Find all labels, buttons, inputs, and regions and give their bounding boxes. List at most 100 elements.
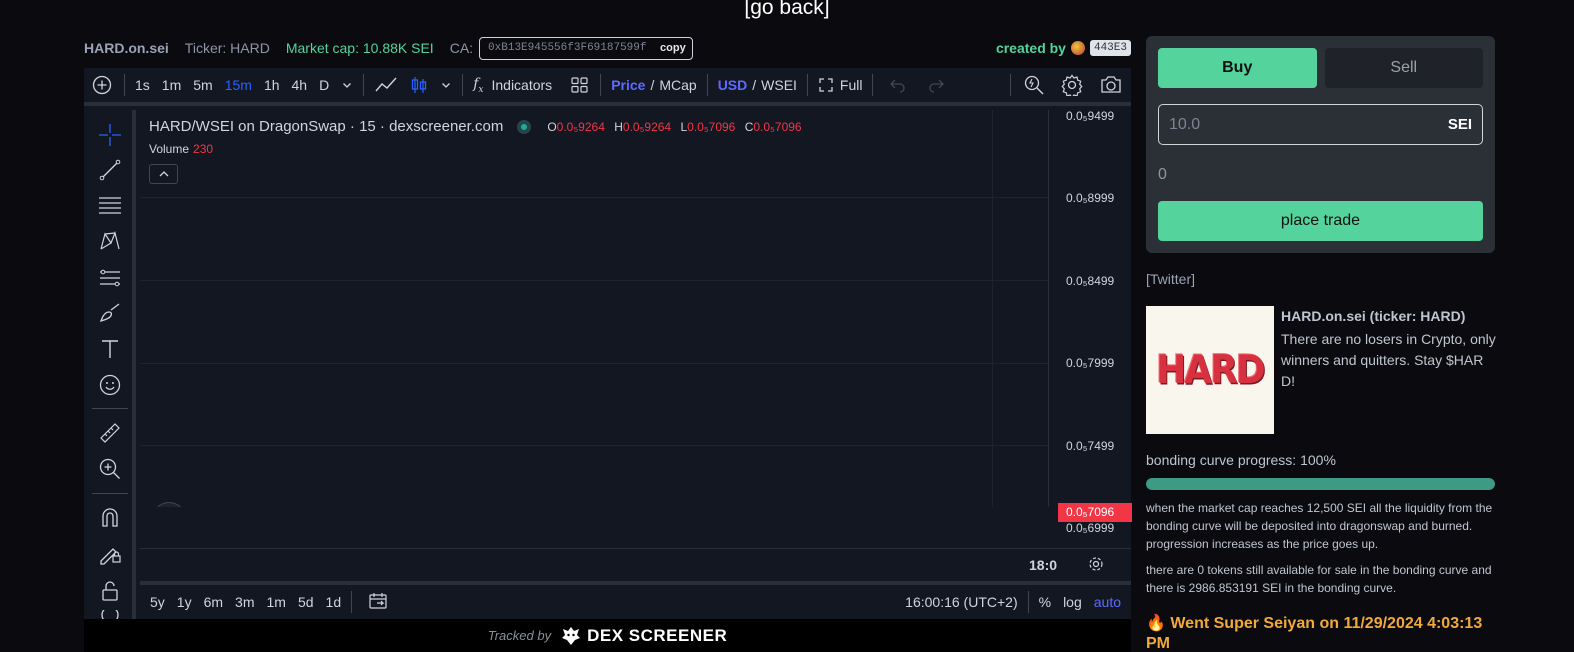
- amount-unit: SEI: [1447, 116, 1472, 133]
- dexscreener-brand: DEX SCREENER: [587, 625, 728, 645]
- range-toolbar: 5y 1y 6m 3m 1m 5d 1d 16:00:16 (UTC+2) % …: [140, 581, 1131, 619]
- tradingview-logo[interactable]: [152, 502, 186, 507]
- pattern-icon[interactable]: [97, 228, 123, 254]
- price-chart[interactable]: 1s 1m 5m 15m 1h 4h D fx Indicators Price…: [84, 68, 1132, 619]
- volume-legend: Volume 230: [149, 142, 213, 156]
- copy-button[interactable]: copy: [660, 42, 686, 54]
- range-1d[interactable]: 1d: [320, 594, 348, 610]
- mcap-option[interactable]: MCap: [659, 77, 696, 93]
- ruler-icon[interactable]: [97, 420, 123, 446]
- slash-separator: /: [752, 77, 757, 93]
- layouts-icon[interactable]: [564, 76, 596, 94]
- progress-fill: [1146, 478, 1495, 490]
- usd-wsei-toggle[interactable]: USD / WSEI: [712, 77, 803, 93]
- time-scale-settings-icon[interactable]: [1088, 556, 1104, 572]
- wsei-option[interactable]: WSEI: [761, 77, 797, 93]
- timeframe-1m[interactable]: 1m: [156, 77, 187, 93]
- tracked-by-label: Tracked by: [487, 628, 552, 643]
- quick-search-icon[interactable]: [1015, 74, 1053, 96]
- time-scale[interactable]: 18:0: [140, 548, 1131, 580]
- emoji-icon[interactable]: [97, 372, 123, 398]
- eye-icon[interactable]: [97, 610, 123, 619]
- time-label: 18:0: [1029, 557, 1058, 573]
- open-value: 0.0₅9264: [556, 119, 605, 134]
- creator-avatar: [1070, 41, 1085, 55]
- horizontal-lines-icon[interactable]: [97, 192, 123, 218]
- crosshair-icon[interactable]: [97, 122, 123, 148]
- go-back-link[interactable]: [go back]: [0, 0, 1574, 20]
- log-toggle[interactable]: log: [1057, 594, 1088, 610]
- timeframe-4h[interactable]: 4h: [286, 77, 314, 93]
- creator-address[interactable]: 443E3: [1089, 40, 1131, 56]
- timeframe-1s[interactable]: 1s: [129, 77, 156, 93]
- bonding-curve-progress-bar: [1146, 478, 1495, 490]
- timeframe-d[interactable]: D: [313, 77, 335, 93]
- percent-toggle[interactable]: %: [1033, 594, 1057, 610]
- fib-retracement-icon[interactable]: [97, 265, 123, 291]
- toolbar-divider: [351, 591, 353, 613]
- price-tick: 0.0₅6999: [1066, 521, 1115, 535]
- contract-address[interactable]: 0xB13E945556f3F69187599f: [488, 42, 656, 54]
- unlock-icon[interactable]: [97, 578, 123, 604]
- created-by: created by 443E3: [996, 40, 1131, 56]
- token-image-text: HARD: [1156, 347, 1266, 393]
- lock-drawing-icon[interactable]: [97, 540, 123, 566]
- timeframe-15m[interactable]: 15m: [219, 77, 258, 93]
- chart-type-chevron-icon[interactable]: [434, 79, 458, 91]
- range-1m[interactable]: 1m: [261, 594, 292, 610]
- chart-legend: HARD/WSEI on DragonSwap · 15 · dexscreen…: [149, 118, 808, 135]
- range-6m[interactable]: 6m: [198, 594, 229, 610]
- range-5d[interactable]: 5d: [292, 594, 320, 610]
- buy-tab[interactable]: Buy: [1158, 48, 1317, 88]
- close-value: 0.0₅7096: [753, 119, 802, 134]
- collapse-legend-chevron-up-icon[interactable]: [149, 164, 178, 184]
- indicators-button[interactable]: fx Indicators: [467, 76, 558, 95]
- timeframe-5m[interactable]: 5m: [187, 77, 218, 93]
- add-symbol-icon[interactable]: [84, 75, 120, 95]
- amount-field[interactable]: SEI: [1158, 104, 1483, 145]
- clock[interactable]: 16:00:16 (UTC+2): [899, 594, 1023, 610]
- range-1y[interactable]: 1y: [171, 594, 198, 610]
- settings-gear-icon[interactable]: [1053, 74, 1091, 96]
- drawing-toolbar: [84, 110, 136, 619]
- price-mcap-toggle[interactable]: Price / MCap: [605, 77, 703, 93]
- timeframe-dropdown-chevron-icon[interactable]: [335, 79, 359, 91]
- line-chart-icon[interactable]: [368, 75, 404, 95]
- toolbar-divider: [124, 74, 125, 96]
- price-option[interactable]: Price: [611, 77, 645, 93]
- symbol-title[interactable]: HARD/WSEI on DragonSwap · 15 · dexscreen…: [149, 118, 503, 135]
- trend-line-icon[interactable]: [97, 157, 123, 183]
- range-5y[interactable]: 5y: [144, 594, 171, 610]
- price-scale[interactable]: 0.0₅9499 0.0₅8999 0.0₅8499 0.0₅7999 0.0₅…: [1048, 109, 1132, 535]
- tracked-by-footer[interactable]: Tracked by DEX SCREENER: [84, 619, 1131, 652]
- toolbar-divider: [872, 74, 874, 96]
- fullscreen-button[interactable]: Full: [812, 77, 869, 93]
- text-tool-icon[interactable]: [97, 336, 123, 362]
- auto-toggle[interactable]: auto: [1088, 594, 1127, 610]
- ohlc-values: O0.0₅9264 H0.0₅9264 L0.0₅7096 C0.0₅7096: [547, 119, 802, 134]
- token-ticker: Ticker: HARD: [184, 40, 270, 56]
- range-3m[interactable]: 3m: [229, 594, 260, 610]
- dexscreener-icon: [562, 626, 581, 645]
- amount-input[interactable]: [1169, 115, 1448, 134]
- magnet-icon[interactable]: [97, 504, 123, 530]
- camera-icon[interactable]: [1091, 75, 1131, 95]
- go-to-date-calendar-icon[interactable]: [362, 592, 394, 613]
- price-tick: 0.0₅9499: [1066, 109, 1115, 123]
- zoom-in-icon[interactable]: [97, 456, 123, 482]
- gridline: [140, 363, 1048, 364]
- full-label: Full: [839, 77, 863, 93]
- sell-tab[interactable]: Sell: [1324, 48, 1483, 88]
- toolbar-divider: [706, 74, 708, 96]
- timeframe-1h[interactable]: 1h: [258, 77, 286, 93]
- brush-icon[interactable]: [97, 300, 123, 326]
- receive-amount: 0: [1158, 166, 1167, 183]
- usd-option[interactable]: USD: [718, 77, 748, 93]
- token-name: HARD.on.sei: [84, 40, 169, 56]
- redo-icon[interactable]: [921, 77, 951, 93]
- place-trade-button[interactable]: place trade: [1158, 201, 1483, 241]
- undo-icon[interactable]: [883, 77, 913, 93]
- chart-plot-area[interactable]: HARD/WSEI on DragonSwap · 15 · dexscreen…: [140, 110, 1048, 507]
- twitter-link[interactable]: [Twitter]: [1146, 271, 1195, 287]
- candles-icon[interactable]: [404, 75, 434, 95]
